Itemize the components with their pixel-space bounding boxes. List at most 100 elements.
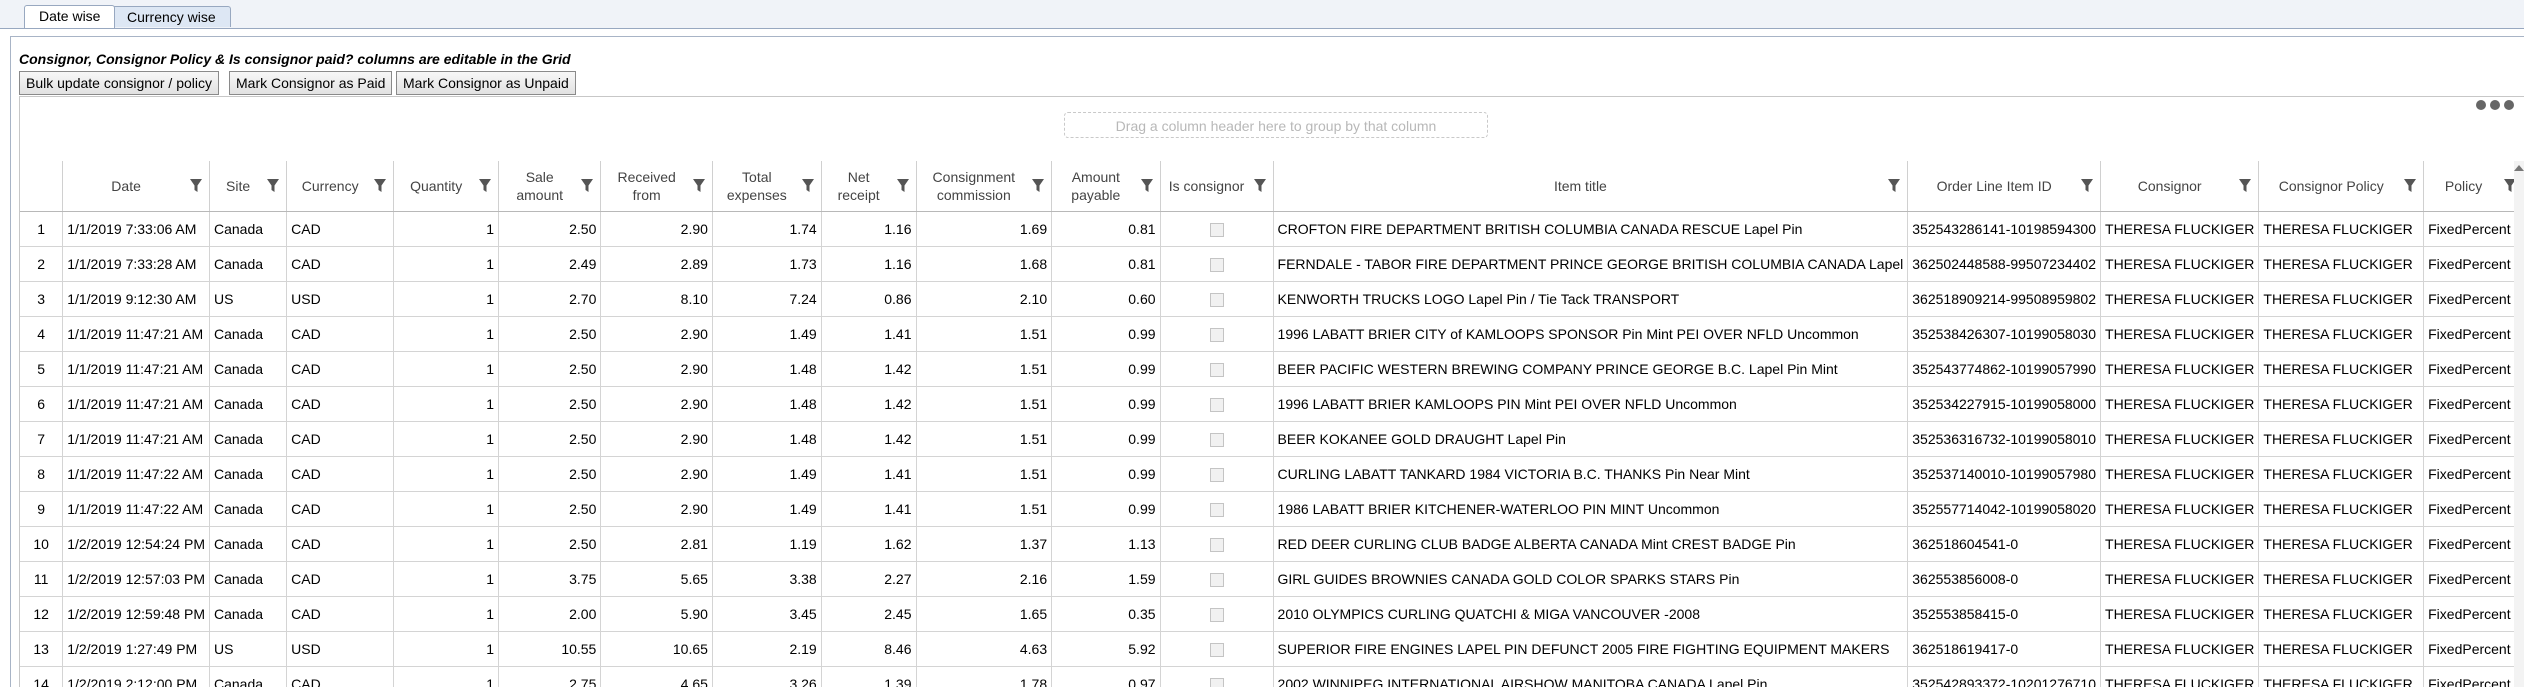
more-options-icon[interactable]	[2475, 97, 2515, 118]
column-header-consignor[interactable]: Consignor	[2100, 161, 2260, 212]
is-consignor-checkbox[interactable]	[1209, 433, 1224, 448]
cell-cpolicy[interactable]: THERESA FLUCKIGER	[2258, 246, 2425, 282]
column-header-expenses[interactable]: Total expenses	[712, 161, 822, 212]
cell-consignor[interactable]: THERESA FLUCKIGER	[2100, 666, 2260, 687]
is-consignor-checkbox[interactable]	[1209, 608, 1224, 623]
table-row[interactable]: 8 1/1/2019 11:47:22 AM Canada CAD 1 2.50 2.90 1…	[20, 456, 2524, 492]
cell-cpolicy[interactable]: THERESA FLUCKIGER	[2258, 421, 2425, 457]
filter-icon[interactable]	[189, 178, 203, 194]
table-row[interactable]: 14 1/2/2019 2:12:00 PM Canada CAD 1 2.75 4.65 3…	[20, 666, 2524, 687]
is-consignor-checkbox[interactable]	[1209, 223, 1224, 238]
cell-cpolicy[interactable]: THERESA FLUCKIGER	[2258, 491, 2425, 527]
scroll-up-icon[interactable]	[2514, 165, 2524, 171]
table-row[interactable]: 5 1/1/2019 11:47:21 AM Canada CAD 1 2.50 2.90 1…	[20, 351, 2524, 387]
cell-cpolicy[interactable]: THERESA FLUCKIGER	[2258, 596, 2425, 632]
cell-iscons[interactable]	[1160, 666, 1274, 687]
filter-icon[interactable]	[692, 178, 706, 194]
table-row[interactable]: 4 1/1/2019 11:47:21 AM Canada CAD 1 2.50 2.90 1…	[20, 316, 2524, 352]
cell-iscons[interactable]	[1160, 281, 1274, 317]
column-header-site[interactable]: Site	[209, 161, 288, 212]
filter-icon[interactable]	[2080, 178, 2094, 194]
cell-consignor[interactable]: THERESA FLUCKIGER	[2100, 246, 2260, 282]
cell-consignor[interactable]: THERESA FLUCKIGER	[2100, 526, 2260, 562]
cell-cpolicy[interactable]: THERESA FLUCKIGER	[2258, 211, 2425, 247]
cell-iscons[interactable]	[1160, 526, 1274, 562]
cell-consignor[interactable]: THERESA FLUCKIGER	[2100, 211, 2260, 247]
column-header-item[interactable]: Item title	[1273, 161, 1909, 212]
cell-iscons[interactable]	[1160, 421, 1274, 457]
is-consignor-checkbox[interactable]	[1209, 363, 1224, 378]
cell-iscons[interactable]	[1160, 561, 1274, 597]
cell-cpolicy[interactable]: THERESA FLUCKIGER	[2258, 666, 2425, 687]
is-consignor-checkbox[interactable]	[1209, 468, 1224, 483]
table-row[interactable]: 11 1/2/2019 12:57:03 PM Canada CAD 1 3.75 5.65…	[20, 561, 2524, 597]
cell-cpolicy[interactable]: THERESA FLUCKIGER	[2258, 526, 2425, 562]
cell-consignor[interactable]: THERESA FLUCKIGER	[2100, 281, 2260, 317]
cell-iscons[interactable]	[1160, 351, 1274, 387]
filter-icon[interactable]	[896, 178, 910, 194]
cell-cpolicy[interactable]: THERESA FLUCKIGER	[2258, 386, 2425, 422]
cell-consignor[interactable]: THERESA FLUCKIGER	[2100, 421, 2260, 457]
table-row[interactable]: 13 1/2/2019 1:27:49 PM US USD 1 10.55 10.65 2.1…	[20, 631, 2524, 667]
cell-consignor[interactable]: THERESA FLUCKIGER	[2100, 491, 2260, 527]
tab-currency-wise[interactable]: Currency wise	[112, 6, 231, 27]
filter-icon[interactable]	[801, 178, 815, 194]
table-row[interactable]: 7 1/1/2019 11:47:21 AM Canada CAD 1 2.50 2.90 1…	[20, 421, 2524, 457]
column-header-iscons[interactable]: Is consignor	[1160, 161, 1274, 212]
column-header-policy[interactable]: Policy	[2423, 161, 2524, 212]
is-consignor-checkbox[interactable]	[1209, 678, 1224, 687]
table-row[interactable]: 3 1/1/2019 9:12:30 AM US USD 1 2.70 8.10 7.24 0.…	[20, 281, 2524, 317]
cell-consignor[interactable]: THERESA FLUCKIGER	[2100, 631, 2260, 667]
column-header-idx[interactable]	[20, 161, 64, 212]
cell-cpolicy[interactable]: THERESA FLUCKIGER	[2258, 281, 2425, 317]
is-consignor-checkbox[interactable]	[1209, 328, 1224, 343]
vertical-scrollbar[interactable]	[2514, 161, 2524, 687]
column-header-currency[interactable]: Currency	[286, 161, 395, 212]
table-row[interactable]: 9 1/1/2019 11:47:22 AM Canada CAD 1 2.50 2.90 1…	[20, 491, 2524, 527]
cell-consignor[interactable]: THERESA FLUCKIGER	[2100, 316, 2260, 352]
table-row[interactable]: 10 1/2/2019 12:54:24 PM Canada CAD 1 2.50 2.81…	[20, 526, 2524, 562]
filter-icon[interactable]	[478, 178, 492, 194]
mark-consignor-paid-button[interactable]: Mark Consignor as Paid	[229, 71, 393, 95]
is-consignor-checkbox[interactable]	[1209, 538, 1224, 553]
tab-date-wise[interactable]: Date wise	[24, 5, 116, 28]
filter-icon[interactable]	[1253, 178, 1267, 194]
cell-iscons[interactable]	[1160, 246, 1274, 282]
column-header-commission[interactable]: Consignment commission	[916, 161, 1053, 212]
filter-icon[interactable]	[2403, 178, 2417, 194]
cell-iscons[interactable]	[1160, 596, 1274, 632]
is-consignor-checkbox[interactable]	[1209, 503, 1224, 518]
cell-consignor[interactable]: THERESA FLUCKIGER	[2100, 561, 2260, 597]
cell-consignor[interactable]: THERESA FLUCKIGER	[2100, 456, 2260, 492]
filter-icon[interactable]	[1887, 178, 1901, 194]
column-header-net[interactable]: Net receipt	[821, 161, 917, 212]
filter-icon[interactable]	[1140, 178, 1154, 194]
column-header-payable[interactable]: Amount payable	[1051, 161, 1161, 212]
cell-iscons[interactable]	[1160, 386, 1274, 422]
column-header-date[interactable]: Date	[62, 161, 210, 212]
table-row[interactable]: 2 1/1/2019 7:33:28 AM Canada CAD 1 2.49 2.89 1.…	[20, 246, 2524, 282]
filter-icon[interactable]	[266, 178, 280, 194]
is-consignor-checkbox[interactable]	[1209, 293, 1224, 308]
filter-icon[interactable]	[580, 178, 594, 194]
column-header-cpolicy[interactable]: Consignor Policy	[2258, 161, 2425, 212]
cell-iscons[interactable]	[1160, 456, 1274, 492]
bulk-update-consignor-button[interactable]: Bulk update consignor / policy	[19, 71, 219, 95]
is-consignor-checkbox[interactable]	[1209, 258, 1224, 273]
cell-iscons[interactable]	[1160, 211, 1274, 247]
cell-consignor[interactable]: THERESA FLUCKIGER	[2100, 386, 2260, 422]
cell-cpolicy[interactable]: THERESA FLUCKIGER	[2258, 631, 2425, 667]
cell-cpolicy[interactable]: THERESA FLUCKIGER	[2258, 561, 2425, 597]
is-consignor-checkbox[interactable]	[1209, 643, 1224, 658]
table-row[interactable]: 12 1/2/2019 12:59:48 PM Canada CAD 1 2.00 5.90…	[20, 596, 2524, 632]
cell-consignor[interactable]: THERESA FLUCKIGER	[2100, 596, 2260, 632]
is-consignor-checkbox[interactable]	[1209, 398, 1224, 413]
cell-cpolicy[interactable]: THERESA FLUCKIGER	[2258, 351, 2425, 387]
cell-iscons[interactable]	[1160, 316, 1274, 352]
column-header-order[interactable]: Order Line Item ID	[1907, 161, 2102, 212]
table-row[interactable]: 1 1/1/2019 7:33:06 AM Canada CAD 1 2.50 2.90 1.…	[20, 211, 2524, 247]
column-header-qty[interactable]: Quantity	[393, 161, 500, 212]
group-by-drop-zone[interactable]: Drag a column header here to group by th…	[20, 97, 2524, 162]
table-row[interactable]: 6 1/1/2019 11:47:21 AM Canada CAD 1 2.50 2.90 1…	[20, 386, 2524, 422]
column-header-received[interactable]: Received from	[600, 161, 713, 212]
